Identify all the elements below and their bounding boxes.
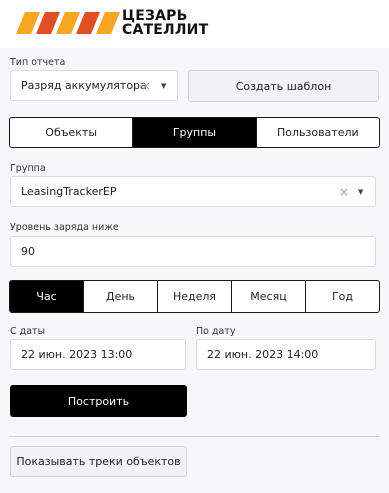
report-type-select[interactable]: Разряд аккумулятора × ▼: [10, 70, 178, 101]
tab-hour[interactable]: Час: [10, 281, 84, 312]
brand-name: ЦЕЗАРЬ САТЕЛЛИТ: [122, 9, 208, 37]
logo-stripe: [16, 12, 40, 34]
group-select[interactable]: LeasingTrackerEP × ▼: [10, 176, 376, 207]
brand-name-line2: САТЕЛЛИТ: [122, 22, 209, 38]
target-type-tabs: Объекты Группы Пользователи: [9, 117, 380, 148]
clear-icon[interactable]: ×: [141, 79, 151, 93]
show-tracks-button[interactable]: Показывать треки объектов: [10, 446, 187, 477]
tab-objects[interactable]: Объекты: [10, 118, 134, 147]
clear-icon[interactable]: ×: [339, 185, 349, 199]
tab-month[interactable]: Месяц: [232, 281, 306, 312]
create-template-button[interactable]: Создать шаблон: [188, 70, 379, 102]
tab-week[interactable]: Неделя: [158, 281, 232, 312]
date-from-label: С даты: [10, 326, 46, 337]
build-report-button[interactable]: Построить: [10, 385, 187, 417]
chevron-down-icon[interactable]: ▼: [161, 82, 166, 90]
logo-stripe: [56, 12, 80, 34]
tab-users[interactable]: Пользователи: [257, 118, 379, 147]
charge-level-label: Уровень заряда ниже: [10, 222, 119, 233]
chevron-down-icon[interactable]: ▼: [358, 188, 363, 196]
report-type-value: Разряд аккумулятора: [21, 79, 147, 92]
brand-name-line1: ЦЕЗАРЬ: [122, 8, 188, 24]
period-tabs: Час День Неделя Месяц Год: [9, 280, 380, 313]
brand-logo-icon: [16, 12, 120, 34]
tab-year[interactable]: Год: [306, 281, 379, 312]
group-value: LeasingTrackerEP: [21, 185, 117, 198]
divider: [9, 436, 380, 437]
date-to-input[interactable]: 22 июн. 2023 14:00: [196, 339, 376, 370]
tab-day[interactable]: День: [84, 281, 158, 312]
logo-stripe: [76, 12, 100, 34]
group-label: Группа: [10, 163, 46, 174]
tab-groups[interactable]: Группы: [133, 118, 257, 147]
charge-level-input[interactable]: 90: [10, 236, 376, 267]
logo-stripe: [96, 12, 120, 34]
app-header: ЦЕЗАРЬ САТЕЛЛИТ: [0, 0, 389, 48]
date-from-input[interactable]: 22 июн. 2023 13:00: [10, 339, 186, 370]
date-to-label: По дату: [196, 326, 236, 337]
logo-stripe: [36, 12, 60, 34]
report-type-label: Тип отчета: [10, 57, 66, 68]
